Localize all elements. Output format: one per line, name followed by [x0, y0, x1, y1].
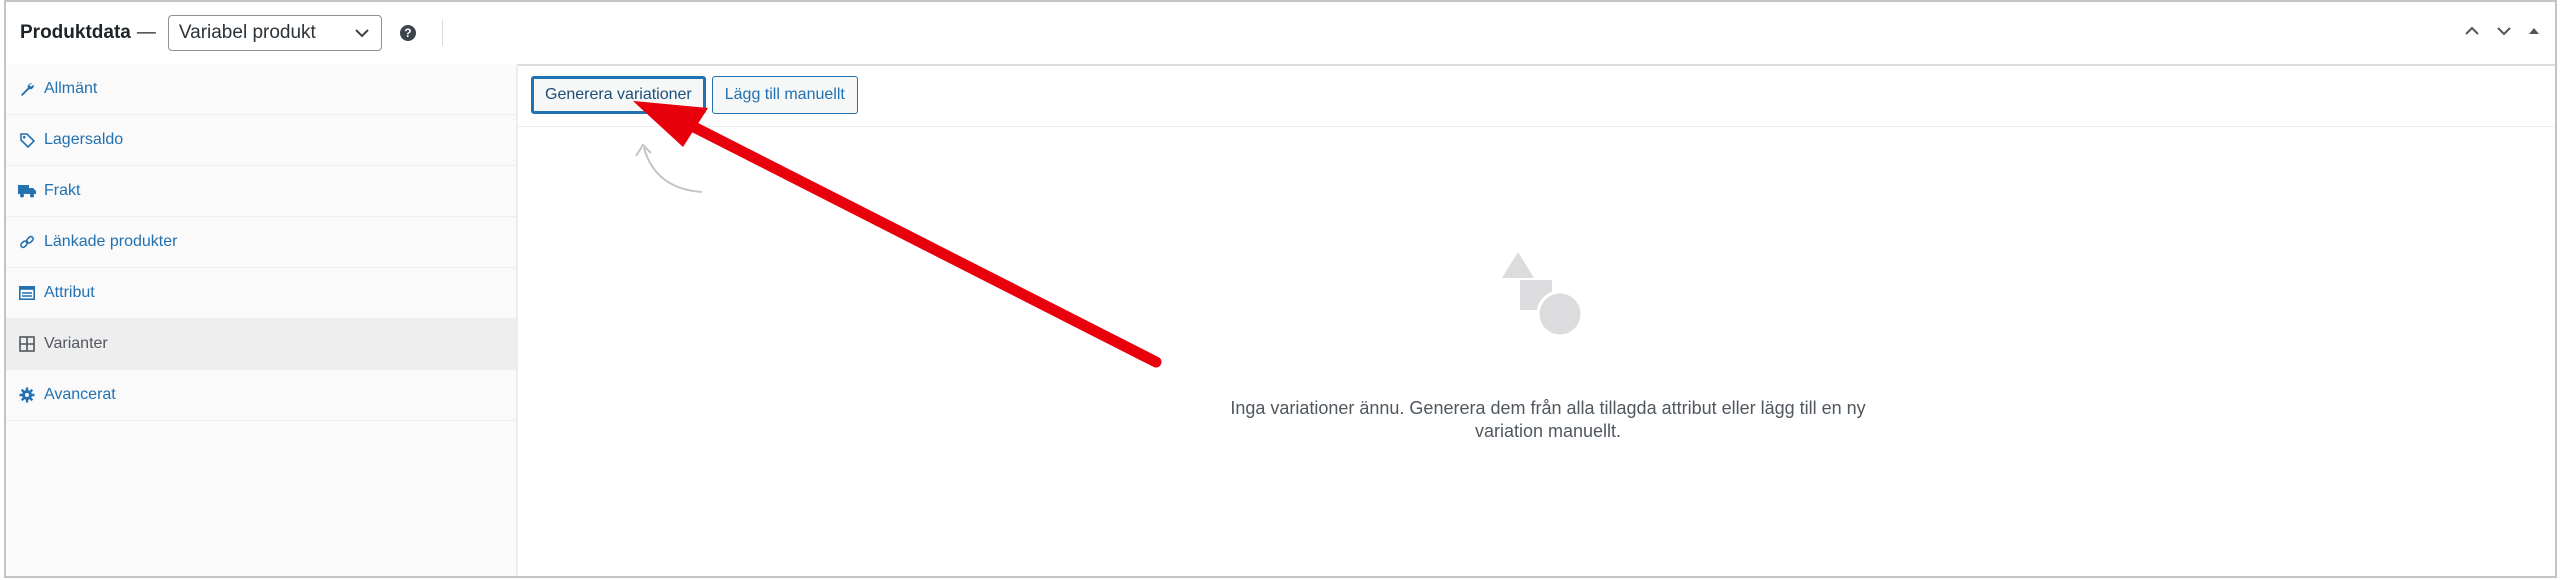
table-icon	[18, 284, 36, 302]
tab-variations[interactable]: Varianter	[6, 319, 516, 370]
title-dash: —	[136, 22, 156, 43]
product-type-value: Variabel produkt	[178, 22, 316, 43]
move-down-icon[interactable]	[2495, 22, 2513, 40]
tab-linked-products[interactable]: Länkade produkter	[6, 217, 516, 268]
truck-icon	[18, 182, 36, 200]
tab-label: Varianter	[44, 335, 108, 352]
tab-label: Frakt	[44, 182, 81, 199]
product-data-panel: Produktdata — Variabel produkt ? Allmänt…	[4, 0, 2557, 578]
panel-title: Produktdata	[20, 22, 131, 43]
product-type-select[interactable]: Variabel produkt	[167, 15, 382, 51]
help-icon[interactable]: ?	[399, 25, 416, 41]
tab-label: Avancerat	[44, 386, 116, 403]
empty-state-message: Inga variationer ännu. Generera dem från…	[1230, 398, 1866, 441]
tab-inventory[interactable]: Lagersaldo	[6, 115, 516, 166]
panel-header: Produktdata — Variabel produkt ?	[6, 2, 2555, 66]
gear-icon	[18, 386, 36, 404]
add-manually-button[interactable]: Lägg till manuellt	[711, 76, 858, 114]
variations-panel: Generera variationer Lägg till manuellt …	[518, 64, 2555, 576]
tab-label: Lagersaldo	[44, 131, 124, 148]
grid-icon	[18, 335, 36, 353]
tag-icon	[18, 131, 36, 149]
collapse-toggle-icon[interactable]	[2527, 24, 2541, 38]
generate-variations-button[interactable]: Generera variationer	[531, 76, 706, 114]
variations-empty-icon	[1502, 252, 1584, 338]
link-icon	[18, 233, 36, 251]
tab-attributes[interactable]: Attribut	[6, 268, 516, 319]
tab-label: Länkade produkter	[44, 233, 178, 250]
tab-label: Attribut	[44, 284, 95, 301]
variations-toolbar: Generera variationer Lägg till manuellt	[518, 64, 2555, 127]
header-controls	[2463, 22, 2541, 40]
tab-general[interactable]: Allmänt	[6, 64, 516, 115]
product-data-tabs: Allmänt Lagersaldo Frakt Länkade produkt…	[6, 64, 518, 576]
chevron-down-icon	[355, 29, 369, 38]
move-up-icon[interactable]	[2463, 22, 2481, 40]
tab-advanced[interactable]: Avancerat	[6, 370, 516, 421]
tab-shipping[interactable]: Frakt	[6, 166, 516, 217]
wrench-icon	[18, 80, 36, 98]
header-separator	[441, 20, 443, 46]
tab-label: Allmänt	[44, 80, 98, 97]
hint-curved-arrow-icon	[635, 143, 703, 193]
